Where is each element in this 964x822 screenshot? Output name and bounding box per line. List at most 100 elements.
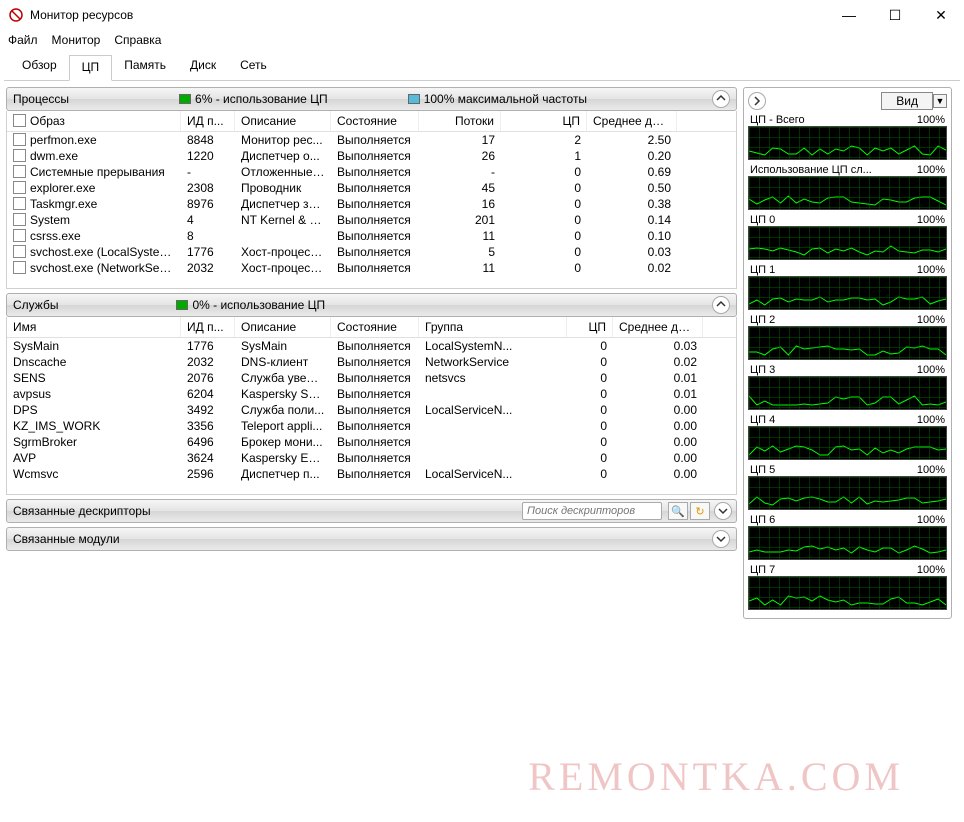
expand-button[interactable] bbox=[714, 502, 732, 520]
table-row[interactable]: Dnscache2032DNS-клиентВыполняетсяNetwork… bbox=[7, 354, 736, 370]
tab-overview[interactable]: Обзор bbox=[10, 54, 69, 80]
table-row[interactable]: perfmon.exe8848Монитор рес...Выполняется… bbox=[7, 132, 736, 148]
table-row[interactable]: SgrmBroker6496Брокер мони...Выполняется0… bbox=[7, 434, 736, 450]
table-row[interactable]: avpsus6204Kaspersky Sea...Выполняется00.… bbox=[7, 386, 736, 402]
collapse-button[interactable] bbox=[712, 90, 730, 108]
maximize-button[interactable]: ☐ bbox=[872, 0, 918, 30]
cpu-graph: ЦП 2 100% bbox=[748, 314, 947, 360]
view-button[interactable]: Вид bbox=[881, 92, 933, 110]
row-checkbox[interactable] bbox=[13, 149, 26, 162]
search-descriptors-input[interactable] bbox=[522, 502, 662, 520]
handles-title: Связанные дескрипторы bbox=[13, 504, 151, 518]
section-services: Службы 0% - использование ЦП Имя ИД п...… bbox=[6, 293, 737, 495]
expand-button[interactable] bbox=[712, 530, 730, 548]
row-checkbox[interactable] bbox=[13, 213, 26, 226]
table-row[interactable]: AVP3624Kaspersky End...Выполняется00.00 bbox=[7, 450, 736, 466]
row-checkbox[interactable] bbox=[13, 261, 26, 274]
table-row[interactable]: Системные прерывания-Отложенные ...Выпол… bbox=[7, 164, 736, 180]
graph-label: ЦП 0 bbox=[750, 214, 775, 226]
table-row[interactable]: DPS3492Служба поли...ВыполняетсяLocalSer… bbox=[7, 402, 736, 418]
table-row[interactable]: Taskmgr.exe8976Диспетчер за...Выполняетс… bbox=[7, 196, 736, 212]
chevron-down-icon[interactable]: ▼ bbox=[933, 94, 947, 108]
col-desc[interactable]: Описание bbox=[235, 111, 331, 131]
cpu-graph: ЦП 5 100% bbox=[748, 464, 947, 510]
tab-cpu[interactable]: ЦП bbox=[69, 55, 113, 81]
graph-label: ЦП 1 bbox=[750, 264, 775, 276]
col-cpu[interactable]: ЦП bbox=[567, 317, 613, 337]
graph-nav-icon[interactable] bbox=[748, 92, 766, 110]
cpu-graph: ЦП 4100% bbox=[748, 414, 947, 460]
graph-pct: 100% bbox=[917, 364, 945, 376]
graph-label: ЦП 6 bbox=[750, 514, 775, 526]
table-row[interactable]: System4NT Kernel & S...Выполняется20100.… bbox=[7, 212, 736, 228]
section-handles: Связанные дескрипторы 🔍 ↻ bbox=[6, 499, 737, 523]
process-column-headers[interactable]: Образ ИД п... Описание Состояние Потоки … bbox=[7, 111, 736, 132]
freq-label: 100% максимальной частоты bbox=[424, 92, 587, 106]
graph-label: ЦП 5 bbox=[750, 464, 775, 476]
cpu-graph: ЦП 7 100% bbox=[748, 564, 947, 610]
table-row[interactable]: Wcmsvc2596Диспетчер п...ВыполняетсяLocal… bbox=[7, 466, 736, 482]
cpu-graph: ЦП - Всего100% bbox=[748, 114, 947, 160]
graph-label: ЦП 7 bbox=[750, 564, 775, 576]
service-column-headers[interactable]: Имя ИД п... Описание Состояние Группа ЦП… bbox=[7, 317, 736, 338]
titlebar: Монитор ресурсов — ☐ ✕ bbox=[0, 0, 964, 30]
graph-pct: 100% bbox=[917, 564, 945, 576]
select-all-checkbox[interactable] bbox=[13, 114, 26, 127]
row-checkbox[interactable] bbox=[13, 133, 26, 146]
table-row[interactable]: KZ_IMS_WORK3356Teleport appli...Выполняе… bbox=[7, 418, 736, 434]
collapse-button[interactable] bbox=[712, 296, 730, 314]
col-pid[interactable]: ИД п... bbox=[181, 317, 235, 337]
col-pid[interactable]: ИД п... bbox=[181, 111, 235, 131]
graph-pct: 100% bbox=[917, 514, 945, 526]
cpu-graph: ЦП 3100% bbox=[748, 364, 947, 410]
menu-help[interactable]: Справка bbox=[114, 33, 161, 47]
col-group[interactable]: Группа bbox=[419, 317, 567, 337]
col-image[interactable]: Образ bbox=[30, 114, 65, 128]
refresh-icon[interactable]: ↻ bbox=[690, 502, 710, 520]
app-icon bbox=[8, 7, 24, 23]
col-name[interactable]: Имя bbox=[7, 317, 181, 337]
table-row[interactable]: svchost.exe (LocalSystemNet...1776Хост-п… bbox=[7, 244, 736, 260]
col-state[interactable]: Состояние bbox=[331, 317, 419, 337]
col-avg[interactable]: Среднее для ... bbox=[587, 111, 677, 131]
table-row[interactable]: dwm.exe1220Диспетчер о...Выполняется2610… bbox=[7, 148, 736, 164]
graph-label: ЦП 2 bbox=[750, 314, 775, 326]
graph-pct: 100% bbox=[917, 314, 945, 326]
row-checkbox[interactable] bbox=[13, 197, 26, 210]
freq-swatch bbox=[408, 94, 420, 104]
row-checkbox[interactable] bbox=[13, 229, 26, 242]
graph-label: ЦП 4 bbox=[750, 414, 775, 426]
svc-cpu-swatch bbox=[176, 300, 188, 310]
col-state[interactable]: Состояние bbox=[331, 111, 419, 131]
processes-title: Процессы bbox=[13, 92, 69, 106]
graph-label: ЦП - Всего bbox=[750, 114, 805, 126]
svc-cpu-label: 0% - использование ЦП bbox=[192, 298, 325, 312]
table-row[interactable]: svchost.exe (NetworkService...2032Хост-п… bbox=[7, 260, 736, 276]
minimize-button[interactable]: — bbox=[826, 0, 872, 30]
col-cpu[interactable]: ЦП bbox=[501, 111, 587, 131]
search-icon[interactable]: 🔍 bbox=[668, 502, 688, 520]
col-threads[interactable]: Потоки bbox=[419, 111, 501, 131]
menu-monitor[interactable]: Монитор bbox=[52, 33, 101, 47]
col-avg[interactable]: Среднее для ... bbox=[613, 317, 703, 337]
graph-pct: 100% bbox=[917, 464, 945, 476]
table-row[interactable]: csrss.exe8Выполняется1100.10 bbox=[7, 228, 736, 244]
menu-file[interactable]: Файл bbox=[8, 33, 38, 47]
window-title: Монитор ресурсов bbox=[30, 8, 133, 22]
tab-disk[interactable]: Диск bbox=[178, 54, 228, 80]
graph-pct: 100% bbox=[917, 264, 945, 276]
menubar: Файл Монитор Справка bbox=[0, 30, 964, 50]
tab-memory[interactable]: Память bbox=[112, 54, 178, 80]
tab-network[interactable]: Сеть bbox=[228, 54, 279, 80]
col-desc[interactable]: Описание bbox=[235, 317, 331, 337]
close-button[interactable]: ✕ bbox=[918, 0, 964, 30]
cpu-graph: Использование ЦП сл...100% bbox=[748, 164, 947, 210]
row-checkbox[interactable] bbox=[13, 181, 26, 194]
graph-label: Использование ЦП сл... bbox=[750, 164, 872, 176]
tabbar: Обзор ЦП Память Диск Сеть bbox=[0, 50, 964, 80]
table-row[interactable]: SENS2076Служба уведо...Выполняетсяnetsvc… bbox=[7, 370, 736, 386]
row-checkbox[interactable] bbox=[13, 165, 26, 178]
table-row[interactable]: explorer.exe2308ПроводникВыполняется4500… bbox=[7, 180, 736, 196]
row-checkbox[interactable] bbox=[13, 245, 26, 258]
table-row[interactable]: SysMain1776SysMainВыполняетсяLocalSystem… bbox=[7, 338, 736, 354]
